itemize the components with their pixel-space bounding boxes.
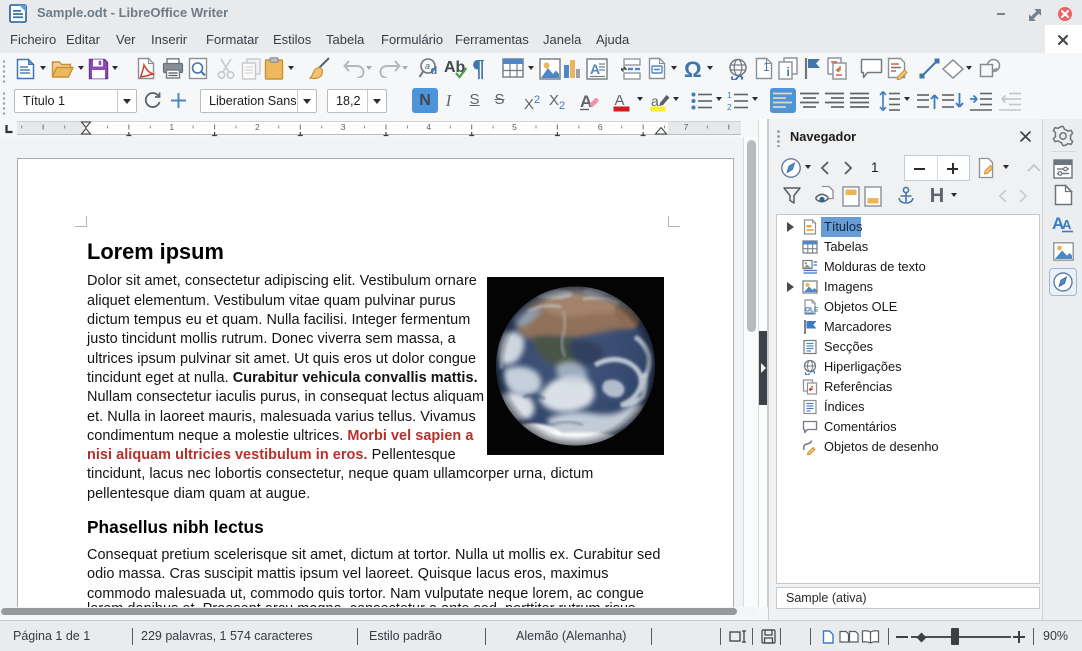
svg-text:d: d xyxy=(431,65,438,77)
svg-text:¶: ¶ xyxy=(472,57,485,80)
svg-text:1: 1 xyxy=(727,91,732,100)
svg-text:A: A xyxy=(590,61,600,77)
svg-text:A: A xyxy=(580,92,592,111)
svg-text:Ω: Ω xyxy=(684,58,702,80)
svg-text:2: 2 xyxy=(727,102,732,111)
svg-text:OLE: OLE xyxy=(805,307,818,314)
svg-text:1: 1 xyxy=(763,60,770,74)
svg-text:a: a xyxy=(425,61,430,71)
svg-text:A: A xyxy=(1062,217,1072,232)
svg-text:A: A xyxy=(615,92,625,109)
svg-text:i: i xyxy=(787,65,790,79)
